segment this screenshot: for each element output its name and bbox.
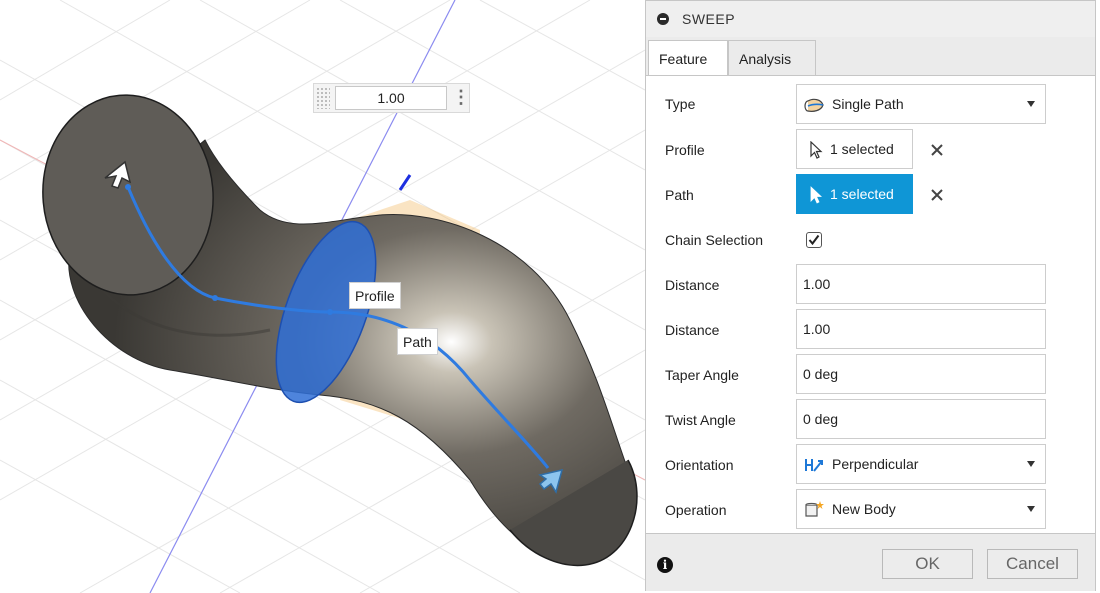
- type-value: Single Path: [832, 96, 904, 112]
- path-label[interactable]: Path: [397, 328, 438, 355]
- operation-dropdown[interactable]: New Body: [796, 489, 1046, 529]
- type-label: Type: [665, 96, 696, 112]
- single-path-icon: [804, 98, 824, 112]
- new-body-icon: [805, 501, 824, 517]
- taper-angle-input[interactable]: [796, 354, 1046, 394]
- info-icon[interactable]: i: [657, 557, 673, 573]
- path-select-text: 1 selected: [830, 186, 894, 202]
- sweep-dialog: SWEEP Feature Analysis Type Single Path …: [645, 0, 1096, 591]
- taper-angle-label: Taper Angle: [665, 367, 739, 383]
- clear-path-icon[interactable]: [929, 187, 945, 203]
- drag-handle[interactable]: [316, 87, 330, 109]
- tab-bar: Feature Analysis: [646, 40, 1095, 76]
- dialog-title: SWEEP: [682, 11, 736, 27]
- chain-selection-label: Chain Selection: [665, 232, 764, 248]
- checkmark-icon: [808, 234, 820, 246]
- cursor-icon: [810, 186, 823, 204]
- path-row-label: Path: [665, 187, 694, 203]
- operation-label: Operation: [665, 502, 727, 518]
- viewport-distance-input[interactable]: [335, 86, 447, 110]
- more-options-icon[interactable]: ⋮: [452, 86, 470, 110]
- twist-angle-input[interactable]: [796, 399, 1046, 439]
- dialog-header[interactable]: SWEEP: [646, 1, 1095, 37]
- ok-button[interactable]: OK: [882, 549, 973, 579]
- distance1-input[interactable]: [796, 264, 1046, 304]
- distance1-label: Distance: [665, 277, 720, 293]
- chevron-down-icon: [1027, 506, 1035, 512]
- profile-row-label: Profile: [665, 142, 705, 158]
- chevron-down-icon: [1027, 461, 1035, 467]
- collapse-icon[interactable]: [657, 13, 669, 25]
- profile-label[interactable]: Profile: [349, 282, 401, 309]
- chain-selection-checkbox[interactable]: [806, 232, 822, 248]
- dialog-body: Type Single Path Profile 1 selected Path: [646, 76, 1095, 533]
- orientation-value: Perpendicular: [832, 456, 919, 472]
- distance-input-widget: ⋮: [313, 83, 470, 113]
- tab-analysis[interactable]: Analysis: [728, 40, 816, 76]
- type-dropdown[interactable]: Single Path: [796, 84, 1046, 124]
- tab-feature[interactable]: Feature: [648, 40, 728, 76]
- orientation-dropdown[interactable]: Perpendicular: [796, 444, 1046, 484]
- orientation-label: Orientation: [665, 457, 734, 473]
- canvas-viewport[interactable]: ⋮ Profile Path: [0, 0, 645, 593]
- path-select-button[interactable]: 1 selected: [796, 174, 913, 214]
- profile-select-text: 1 selected: [830, 141, 894, 157]
- dialog-footer: i OK Cancel: [646, 533, 1095, 591]
- profile-select-button[interactable]: 1 selected: [796, 129, 913, 169]
- twist-angle-label: Twist Angle: [665, 412, 736, 428]
- cancel-button[interactable]: Cancel: [987, 549, 1078, 579]
- distance2-label: Distance: [665, 322, 720, 338]
- distance2-input[interactable]: [796, 309, 1046, 349]
- perpendicular-icon: [805, 459, 823, 472]
- clear-profile-icon[interactable]: [929, 142, 945, 158]
- cursor-icon: [810, 141, 823, 159]
- chevron-down-icon: [1027, 101, 1035, 107]
- operation-value: New Body: [832, 501, 896, 517]
